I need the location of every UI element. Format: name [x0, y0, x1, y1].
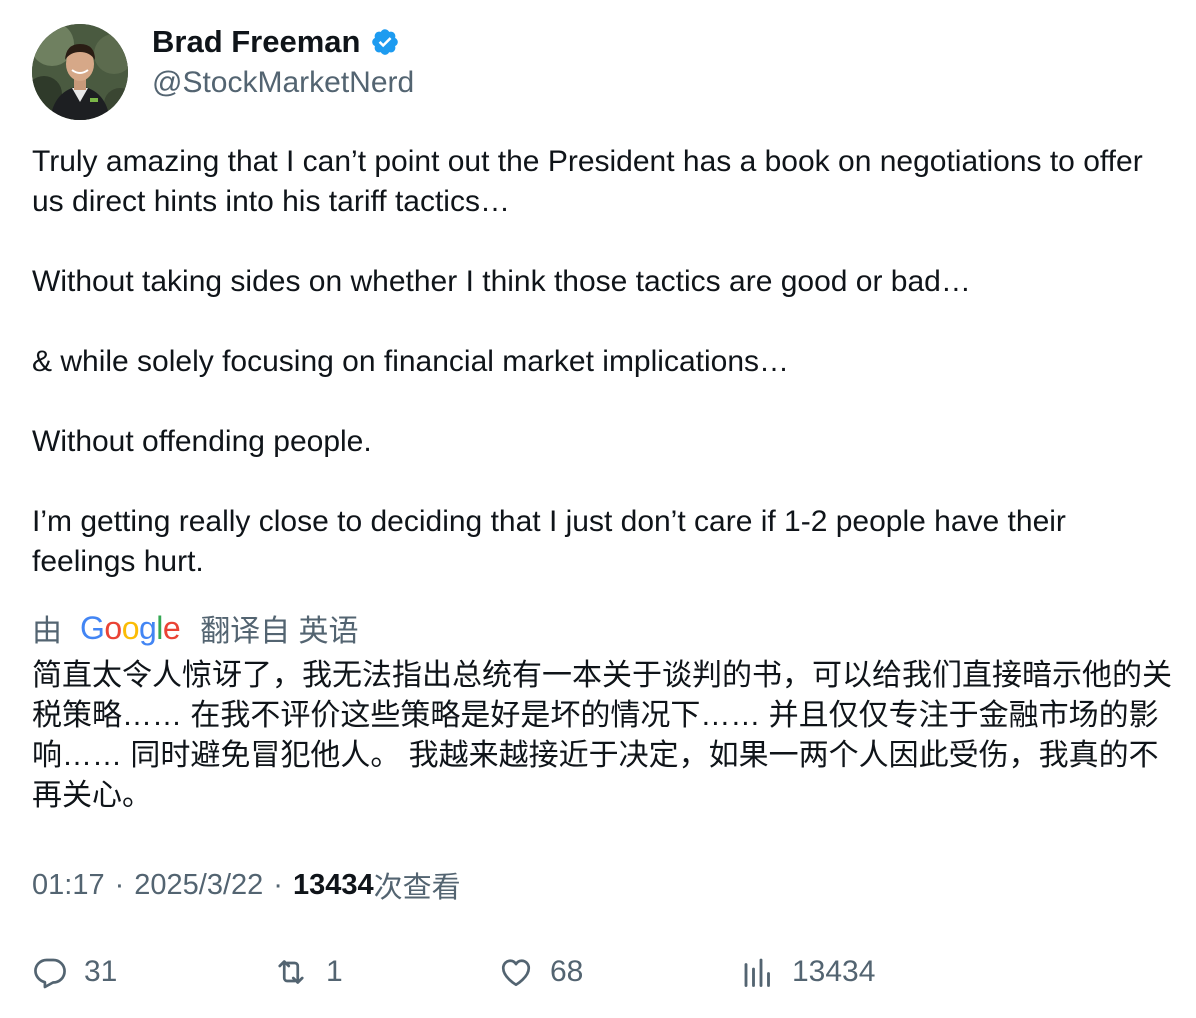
google-logo-letter: l [156, 609, 163, 646]
like-button[interactable]: 68 [498, 950, 583, 994]
translated-text: 简直太令人惊讶了，我无法指出总统有一本关于谈判的书，可以给我们直接暗示他的关税策… [32, 659, 1172, 812]
google-logo-letter: e [162, 609, 181, 646]
tweet-body: Truly amazing that I can’t point out the… [32, 142, 1172, 582]
tweet-time[interactable]: 01:17 [32, 869, 105, 902]
tweet-paragraph: Truly amazing that I can’t point out the… [32, 145, 1143, 218]
views-label: 次查看 [373, 872, 461, 904]
retweet-count: 1 [326, 955, 343, 988]
heart-icon [501, 959, 531, 987]
tweet-paragraph: I’m getting really close to deciding tha… [32, 505, 1066, 578]
tweet-date[interactable]: 2025/3/22 [134, 869, 263, 902]
like-count: 68 [550, 955, 584, 988]
google-logo-letter: g [138, 609, 157, 646]
meta-separator: · [273, 868, 283, 901]
tweet-paragraph: Without taking sides on whether I think … [32, 265, 971, 298]
translation-attribution[interactable]: 由 Google 翻译自 英语 [32, 606, 359, 650]
handle[interactable]: @StockMarketNerd [152, 66, 414, 100]
avatar-photo-icon [32, 24, 128, 120]
analytics-icon [744, 958, 770, 987]
google-logo-letter: o [121, 609, 140, 646]
google-logo-letter: o [104, 609, 122, 646]
verified-badge-icon[interactable] [370, 27, 400, 57]
tweet-header: Brad Freeman @StockMarketNerd [32, 24, 414, 120]
meta-separator: · [114, 868, 125, 901]
translated-by-label: 由 [32, 615, 62, 648]
reply-count: 31 [84, 955, 118, 988]
action-bar: 31 1 68 13434 [32, 950, 1172, 994]
retweet-button[interactable]: 1 [272, 950, 343, 994]
google-logo: Google [80, 609, 181, 647]
reply-icon [34, 958, 66, 989]
display-name[interactable]: Brad Freeman [152, 24, 360, 60]
tweet-paragraph: Without offending people. [32, 425, 372, 458]
author-names: Brad Freeman @StockMarketNerd [152, 24, 414, 100]
views-count: 13434 [292, 868, 374, 901]
retweet-icon [278, 960, 304, 984]
views-action-count: 13434 [792, 955, 876, 988]
display-name-row: Brad Freeman [152, 24, 414, 60]
tweet-paragraph: & while solely focusing on financial mar… [32, 345, 790, 378]
translated-from-label: 翻译自 英语 [200, 615, 359, 648]
views-button[interactable]: 13434 [740, 950, 875, 994]
avatar[interactable] [32, 24, 128, 120]
google-logo-letter: G [80, 609, 105, 646]
reply-button[interactable]: 31 [32, 950, 117, 994]
tweet-meta: 01:17 · 2025/3/22 · 13434 次查看 [32, 864, 461, 906]
